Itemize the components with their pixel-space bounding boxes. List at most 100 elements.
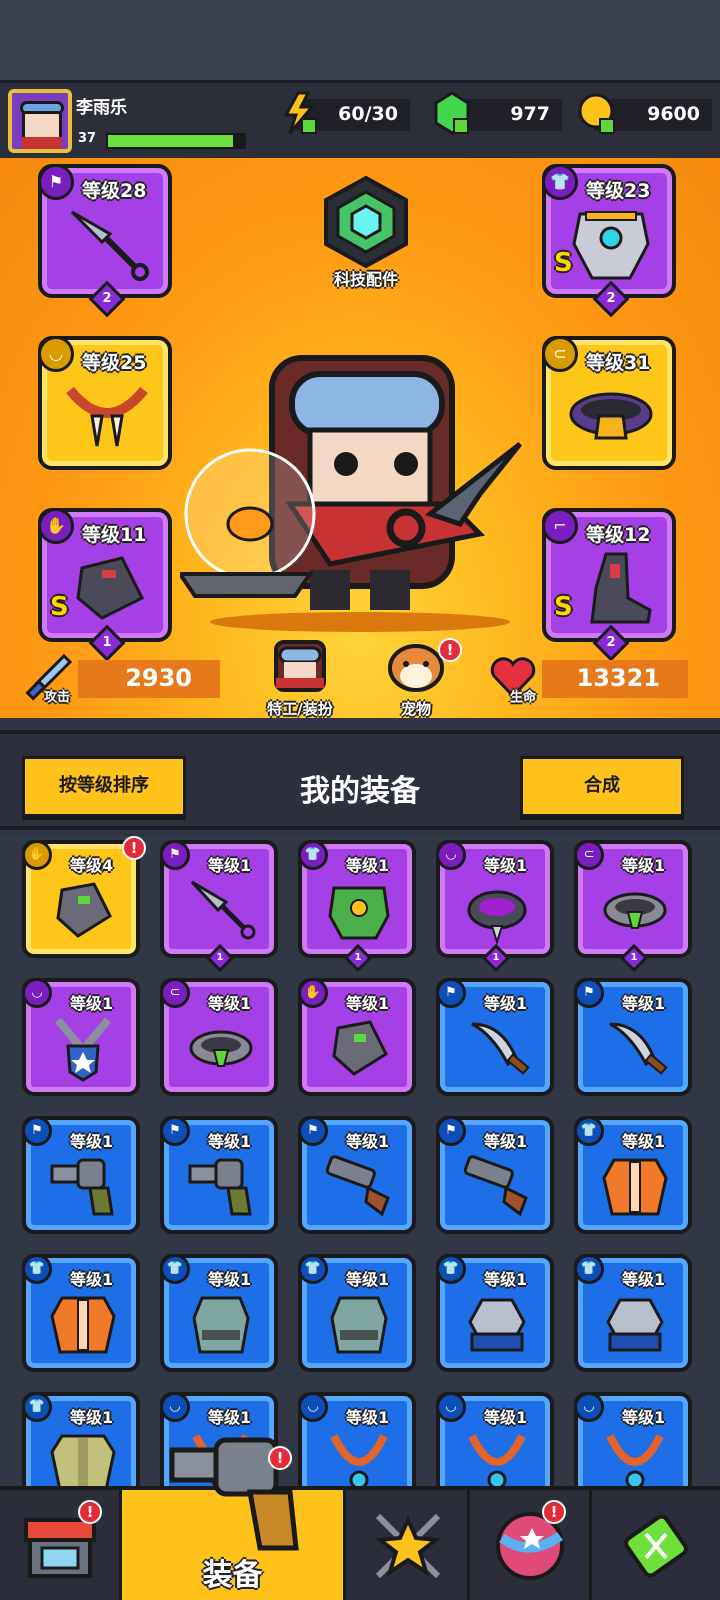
nav-lab[interactable] [592, 1490, 720, 1600]
item-level: 等级1 [346, 994, 390, 1013]
agent-outfit-button[interactable]: 特工/装扮 [252, 638, 348, 719]
equipped-slot-boots[interactable]: ⌐ 等级12 S 2 [542, 508, 676, 662]
inventory-grid: ✋ 等级4! ⚑ 等级1 1 👕 等级1 1 ◡ 等级1 1 ⊂ 等级1 1 ◡ 等级1 ⊂ 等级1 ✋ 等级1 ⚑ 等级… [0, 836, 720, 1486]
inventory-item[interactable]: 👕 等级1 [298, 1254, 416, 1372]
equipped-slot-armor[interactable]: 👕 等级23 S 2 [542, 164, 676, 318]
slot-level: 等级12 [586, 524, 651, 546]
nav-equipment[interactable]: ! 装备 [122, 1437, 346, 1600]
inventory-item[interactable]: ⚑ 等级1 [436, 978, 554, 1096]
inventory-item[interactable]: 👕 等级1 [22, 1392, 140, 1486]
necklace-icon [330, 1434, 388, 1486]
weapon-category-icon: ⚑ [160, 1116, 190, 1146]
inventory-item[interactable]: 👕 等级1 [160, 1254, 278, 1372]
armor-category-icon: 👕 [160, 1254, 190, 1284]
energy-counter[interactable]: 60/30 [283, 91, 410, 134]
inventory-item[interactable]: ◡ 等级1 [22, 978, 140, 1096]
merge-button[interactable]: 合成 [520, 756, 684, 820]
nav-shop[interactable]: ! [0, 1490, 122, 1600]
coin-value: 9600 [647, 103, 700, 125]
necklace-category-icon: ◡ [38, 336, 74, 372]
coin-add-icon[interactable] [578, 91, 618, 135]
shoulder-armor-icon [606, 1298, 664, 1352]
armor-category-icon: 👕 [574, 1116, 604, 1146]
equipped-slot-gloves[interactable]: ✋ 等级11 S 1 [38, 508, 172, 662]
kunai-icon [70, 210, 149, 281]
gauntlet-icon [56, 882, 112, 938]
armor-category-icon: 👕 [22, 1392, 52, 1422]
star-badge: 1 [343, 943, 373, 973]
vest-icon [192, 1296, 250, 1354]
item-level: 等级1 [208, 1132, 252, 1151]
weapon-category-icon: ⚑ [22, 1116, 52, 1146]
revolver-icon [188, 1158, 252, 1216]
inventory-item[interactable]: 👕 等级1 [22, 1254, 140, 1372]
armor-category-icon: 👕 [298, 1254, 328, 1284]
dna-battery-icon [624, 1514, 688, 1578]
machete-icon [609, 1022, 668, 1075]
belt-icon [569, 392, 653, 440]
player-avatar[interactable] [8, 89, 72, 153]
item-level: 等级1 [208, 1270, 252, 1289]
equipped-slot-necklace[interactable]: ◡ 等级25 [38, 336, 172, 470]
nav-equipment-label: 装备 [202, 1558, 263, 1593]
equipment-alert-badge: ! [268, 1446, 292, 1470]
item-level: 等级1 [70, 1408, 114, 1427]
item-level: 等级1 [622, 994, 666, 1013]
nav-talents[interactable] [346, 1490, 470, 1600]
energy-add-icon[interactable] [280, 91, 320, 135]
inventory-item[interactable]: ⚑ 等级1 [298, 1116, 416, 1234]
star-badge: 1 [619, 943, 649, 973]
inventory-item[interactable]: 👕 等级1 [574, 1116, 692, 1234]
glove-category-icon: ✋ [298, 978, 328, 1008]
inventory-item[interactable]: ◡ 等级1 [574, 1392, 692, 1486]
item-level: 等级1 [208, 856, 252, 875]
hp-stat: 13321 [542, 660, 688, 698]
item-level: 等级1 [208, 1408, 252, 1427]
item-level: 等级1 [622, 856, 666, 875]
star-badge: 2 [592, 624, 630, 662]
pet-alert-badge: ! [438, 638, 462, 662]
coin-counter[interactable]: 9600 [578, 93, 712, 134]
item-level: 等级1 [70, 994, 114, 1013]
inventory-item[interactable]: ⚑ 等级1 [436, 1116, 554, 1234]
xp-bar [106, 133, 246, 149]
inventory-item[interactable]: ⚑ 等级1 [574, 978, 692, 1096]
agent-icon [274, 640, 326, 692]
equipped-slot-belt[interactable]: ⊂ 等级31 [542, 336, 676, 470]
gem-counter[interactable]: 977 [434, 91, 562, 135]
boots-icon [590, 552, 652, 624]
inventory-item[interactable]: ◡ 等级1 [298, 1392, 416, 1486]
tech-parts-icon[interactable] [318, 174, 414, 270]
gem-add-icon[interactable] [432, 91, 472, 135]
inventory-item[interactable]: ✋ 等级4! [22, 836, 146, 958]
pet-label: 宠物 [400, 700, 431, 718]
inventory-item[interactable]: ◡ 等级1 [436, 1392, 554, 1486]
equipped-slot-weapon[interactable]: ⚑ 等级28 2 [38, 164, 172, 318]
inventory-item[interactable]: ⊂ 等级1 [160, 978, 278, 1096]
new-item-badge: ! [122, 836, 146, 860]
badge-necklace-icon [54, 1017, 112, 1082]
armor-category-icon: 👕 [542, 164, 578, 200]
nav-planet[interactable]: ! [470, 1490, 592, 1600]
item-level: 等级1 [622, 1408, 666, 1427]
inventory-item[interactable]: ◡ 等级1 1 [436, 840, 554, 973]
inventory-item[interactable]: ⚑ 等级1 [160, 1116, 278, 1234]
tech-parts-label[interactable]: 科技配件 [310, 266, 422, 290]
slot-level: 等级25 [82, 352, 147, 374]
necklace-category-icon: ◡ [298, 1392, 328, 1422]
inventory-item[interactable]: 👕 等级1 [436, 1254, 554, 1372]
armor-category-icon: 👕 [22, 1254, 52, 1284]
item-level: 等级1 [484, 1270, 528, 1289]
inventory-item[interactable]: ⊂ 等级1 1 [574, 840, 692, 973]
armor-category-icon: 👕 [436, 1254, 466, 1284]
weapon-category-icon: ⚑ [38, 164, 74, 200]
inventory-item[interactable]: 👕 等级1 1 [298, 840, 416, 973]
necklace-category-icon: ◡ [160, 1392, 190, 1422]
inventory-item[interactable]: 👕 等级1 [574, 1254, 692, 1372]
item-level: 等级1 [622, 1132, 666, 1151]
fang-necklace-icon [66, 386, 148, 447]
weapon-category-icon: ⚑ [160, 840, 190, 870]
inventory-item[interactable]: ⚑ 等级1 1 [160, 840, 278, 973]
inventory-item[interactable]: ✋ 等级1 [298, 978, 416, 1096]
inventory-item[interactable]: ⚑ 等级1 [22, 1116, 140, 1234]
